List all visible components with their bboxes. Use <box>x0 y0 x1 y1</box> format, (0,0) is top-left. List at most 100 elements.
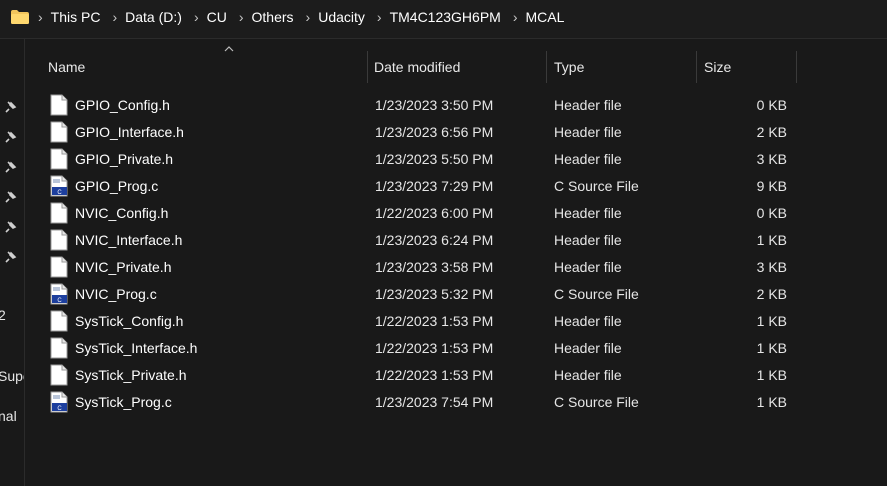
file-type: Header file <box>554 340 622 356</box>
file-date-modified: 1/23/2023 6:24 PM <box>375 232 494 248</box>
file-size: 3 KB <box>756 259 787 275</box>
chevron-right-icon[interactable]: › <box>513 9 518 25</box>
nav-item-label[interactable]: Supe <box>0 368 24 384</box>
pin-icon[interactable] <box>5 131 17 143</box>
table-row[interactable]: GPIO_Config.h 1/23/2023 3:50 PM Header fil… <box>25 92 887 119</box>
file-date-modified: 1/22/2023 1:53 PM <box>375 367 494 383</box>
address-bar[interactable]: › This PC › Data (D:) › CU › Others › Udacity › TM4… <box>0 0 887 39</box>
file-size: 2 KB <box>756 286 787 302</box>
table-row[interactable]: SysTick_Interface.h 1/22/2023 1:53 PM Head… <box>25 335 887 362</box>
file-name: GPIO_Interface.h <box>75 124 184 140</box>
breadcrumb-item[interactable]: TM4C123GH6PM <box>390 9 501 25</box>
file-type: Header file <box>554 259 622 275</box>
header-file-icon <box>50 337 68 359</box>
file-size: 2 KB <box>756 124 787 140</box>
file-type: C Source File <box>554 178 639 194</box>
breadcrumb-item[interactable]: CU <box>207 9 227 25</box>
file-date-modified: 1/23/2023 3:50 PM <box>375 97 494 113</box>
breadcrumb: › This PC › Data (D:) › CU › Others › Udacity › TM4… <box>38 9 576 25</box>
pin-icon[interactable] <box>5 161 17 173</box>
chevron-right-icon[interactable]: › <box>38 9 43 25</box>
navigation-pane[interactable]: 2 Supe nal <box>0 39 25 486</box>
table-row[interactable]: NVIC_Config.h 1/22/2023 6:00 PM Header fil… <box>25 200 887 227</box>
file-size: 1 KB <box>756 367 787 383</box>
svg-text:C: C <box>57 298 62 304</box>
file-size: 9 KB <box>756 178 787 194</box>
file-type: Header file <box>554 124 622 140</box>
breadcrumb-item[interactable]: Udacity <box>318 9 365 25</box>
column-header: Name Date modified Type Size <box>25 40 887 88</box>
file-type: C Source File <box>554 394 639 410</box>
header-file-icon <box>50 148 68 170</box>
column-divider[interactable] <box>546 51 547 83</box>
chevron-right-icon[interactable]: › <box>112 9 117 25</box>
table-row[interactable]: C SysTick_Prog.c 1/23/2023 7:54 PM C Source… <box>25 389 887 416</box>
file-size: 1 KB <box>756 340 787 356</box>
file-type: Header file <box>554 313 622 329</box>
table-row[interactable]: C GPIO_Prog.c 1/23/2023 7:29 PM C Source Fi… <box>25 173 887 200</box>
file-date-modified: 1/22/2023 6:00 PM <box>375 205 494 221</box>
column-header-size[interactable]: Size <box>704 59 731 75</box>
table-row[interactable]: NVIC_Interface.h 1/23/2023 6:24 PM Header … <box>25 227 887 254</box>
chevron-right-icon[interactable]: › <box>306 9 311 25</box>
file-size: 0 KB <box>756 97 787 113</box>
pin-icon[interactable] <box>5 191 17 203</box>
pin-icon[interactable] <box>5 101 17 113</box>
file-type: Header file <box>554 205 622 221</box>
table-row[interactable]: SysTick_Private.h 1/22/2023 1:53 PM Header… <box>25 362 887 389</box>
file-date-modified: 1/23/2023 3:58 PM <box>375 259 494 275</box>
header-file-icon <box>50 94 68 116</box>
chevron-right-icon[interactable]: › <box>239 9 244 25</box>
file-date-modified: 1/23/2023 7:54 PM <box>375 394 494 410</box>
file-name: NVIC_Private.h <box>75 259 172 275</box>
file-name: NVIC_Config.h <box>75 205 169 221</box>
table-row[interactable]: C NVIC_Prog.c 1/23/2023 5:32 PM C Source Fi… <box>25 281 887 308</box>
file-type: Header file <box>554 367 622 383</box>
folder-icon <box>11 10 29 24</box>
column-divider[interactable] <box>367 51 368 83</box>
chevron-right-icon[interactable]: › <box>194 9 199 25</box>
table-row[interactable]: NVIC_Private.h 1/23/2023 3:58 PM Header fi… <box>25 254 887 281</box>
nav-item-label[interactable]: 2 <box>0 307 6 323</box>
breadcrumb-item[interactable]: Others <box>252 9 294 25</box>
header-file-icon <box>50 229 68 251</box>
file-size: 0 KB <box>756 205 787 221</box>
file-type: C Source File <box>554 286 639 302</box>
file-name: SysTick_Private.h <box>75 367 187 383</box>
file-date-modified: 1/23/2023 7:29 PM <box>375 178 494 194</box>
column-divider[interactable] <box>796 51 797 83</box>
column-header-type[interactable]: Type <box>554 59 584 75</box>
chevron-right-icon[interactable]: › <box>377 9 382 25</box>
c-source-file-icon: C <box>50 391 68 413</box>
file-list: GPIO_Config.h 1/23/2023 3:50 PM Header fil… <box>25 92 887 416</box>
file-name: NVIC_Prog.c <box>75 286 157 302</box>
svg-text:C: C <box>57 406 62 412</box>
table-row[interactable]: GPIO_Private.h 1/23/2023 5:50 PM Header fi… <box>25 146 887 173</box>
breadcrumb-item[interactable]: MCAL <box>526 9 565 25</box>
file-name: GPIO_Config.h <box>75 97 170 113</box>
header-file-icon <box>50 202 68 224</box>
file-size: 3 KB <box>756 151 787 167</box>
table-row[interactable]: GPIO_Interface.h 1/23/2023 6:56 PM Header … <box>25 119 887 146</box>
header-file-icon <box>50 256 68 278</box>
file-date-modified: 1/23/2023 5:32 PM <box>375 286 494 302</box>
table-row[interactable]: SysTick_Config.h 1/22/2023 1:53 PM Header … <box>25 308 887 335</box>
c-source-file-icon: C <box>50 175 68 197</box>
breadcrumb-item[interactable]: Data (D:) <box>125 9 182 25</box>
breadcrumb-item[interactable]: This PC <box>51 9 101 25</box>
column-header-name[interactable]: Name <box>48 59 85 75</box>
file-name: SysTick_Config.h <box>75 313 184 329</box>
pin-icon[interactable] <box>5 251 17 263</box>
file-size: 1 KB <box>756 394 787 410</box>
header-file-icon <box>50 121 68 143</box>
svg-text:C: C <box>57 190 62 196</box>
file-size: 1 KB <box>756 313 787 329</box>
c-source-file-icon: C <box>50 283 68 305</box>
pin-icon[interactable] <box>5 221 17 233</box>
nav-item-label[interactable]: nal <box>0 408 17 424</box>
file-name: SysTick_Prog.c <box>75 394 172 410</box>
file-name: SysTick_Interface.h <box>75 340 198 356</box>
column-divider[interactable] <box>696 51 697 83</box>
file-name: GPIO_Private.h <box>75 151 174 167</box>
column-header-date[interactable]: Date modified <box>374 59 460 75</box>
